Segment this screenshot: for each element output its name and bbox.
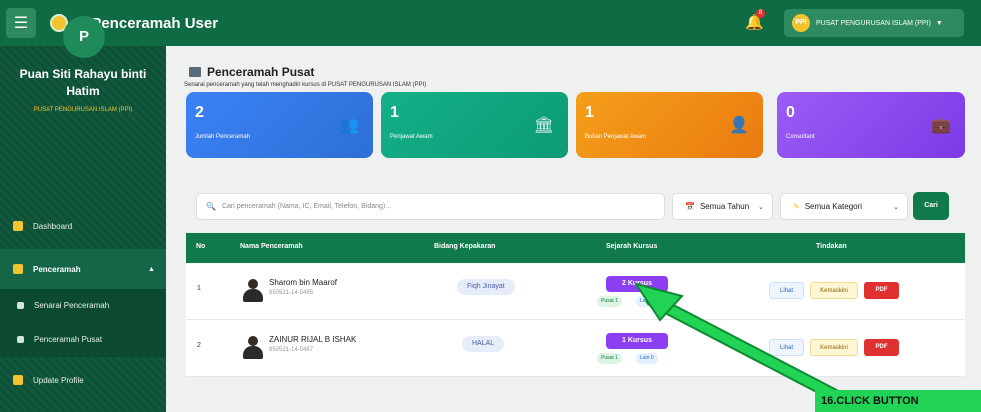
user-menu-button[interactable]: PPI PUSAT PENGURUSAN ISLAM (PPI) ▼ [784,9,964,37]
stat-card-jumlah: 2 Jumlah Penceramah 👥 [186,92,373,158]
dashboard-icon [13,221,23,231]
lain-badge: Lain 1 [636,296,658,307]
table-row: 2 ZAINUR RIJAL B ISHAK 850521-14-5487 HA… [186,320,965,377]
category-select[interactable]: ✎ Semua Kategori ⌄ [780,193,908,220]
edit-button[interactable]: Kemaskini [810,339,858,356]
sidebar-item-penceramah-pusat[interactable]: Penceramah Pusat [0,325,166,353]
row-number: 2 [197,342,201,349]
profile-avatar: P [63,16,105,58]
kursus-button[interactable]: 2 Kursus [606,276,668,292]
sidebar-item-label: Update Profile [33,375,84,385]
table-header: No Nama Penceramah Bidang Kepakaran Seja… [186,233,965,263]
notification-badge: 8 [756,9,765,18]
view-button[interactable]: Lihat [769,339,804,356]
building-icon: 🏛 [533,117,554,134]
stat-label: Consultant [786,134,815,140]
penceramah-name: Sharom bin Maarof [269,278,338,287]
profile-name-line2: Hatim [66,84,100,98]
col-header-no: No [196,243,206,250]
chevron-down-icon: ▼ [935,19,943,27]
avatar [242,279,264,303]
page-title: Penceramah Pusat [189,65,314,79]
menu-toggle-icon[interactable]: ☰ [6,8,36,38]
sidebar-item-label: Senarai Penceramah [34,300,110,310]
year-select-value: Semua Tahun [699,202,750,211]
stat-card-bukan-penjawat: 1 Bukan Penjawat Awam 👤 [576,92,763,158]
penceramah-name: ZAINUR RIJAL B ISHAK [269,335,357,344]
page-subtitle: Senarai penceramah yang telah menghadiri… [184,82,427,88]
pdf-button[interactable]: PDF [864,339,899,356]
table-row: 1 Sharom bin Maarof 850521-14-5485 Fiqh … [186,263,965,320]
users-icon [13,264,23,274]
stat-value: 1 [390,104,399,121]
search-input[interactable]: 🔍 Cari penceramah (Nama, IC, Email, Tele… [196,193,665,220]
sidebar-item-label: Penceramah [33,264,81,274]
stat-value: 2 [195,104,204,121]
col-header-tindakan: Tindakan [816,243,847,250]
stat-label: Jumlah Penceramah [195,134,251,140]
stat-label: Bukan Penjawat Awam [585,134,647,140]
search-icon: 🔍 [206,202,216,211]
profile-organization: PUSAT PENGURUSAN ISLAM (PPI) [33,107,133,113]
chevron-down-icon: ⌄ [893,203,899,211]
kursus-button[interactable]: 1 Kursus [606,333,668,349]
sidebar-item-label: Penceramah Pusat [34,334,103,344]
stat-value: 1 [585,104,594,121]
penceramah-ic: 850521-14-5487 [269,347,314,353]
edit-button[interactable]: Kemaskini [810,282,858,299]
sidebar-item-penceramah[interactable]: Penceramah ▲ [0,249,166,289]
annotation-callout: 16.CLICK BUTTON [815,390,981,412]
user-label: PUSAT PENGURUSAN ISLAM (PPI) [816,19,931,27]
search-placeholder: Cari penceramah (Nama, IC, Email, Telefo… [221,203,392,210]
book-icon [189,67,201,77]
stat-label: Penjawat Awam [390,134,433,140]
building-icon [17,335,24,343]
user-icon: 👤 [729,117,749,134]
lain-badge: Lain 0 [636,353,658,364]
pusat-badge: Pusat 1 [597,353,622,364]
briefcase-icon: 💼 [931,117,951,134]
list-icon [17,301,24,309]
sidebar-item-senarai-penceramah[interactable]: Senarai Penceramah [0,291,166,319]
user-icon [13,375,23,385]
stat-card-consultant: 0 Consultant 💼 [777,92,965,158]
page-title-text: Penceramah Pusat [207,65,315,79]
search-button[interactable]: Cari [913,192,949,220]
pusat-badge: Pusat 1 [597,296,622,307]
col-header-nama: Nama Penceramah [240,243,303,250]
sidebar-item-label: Dashboard [33,221,73,231]
category-select-value: Semua Kategori [804,202,863,211]
stat-card-penjawat: 1 Penjawat Awam 🏛 [381,92,568,158]
col-header-bidang: Bidang Kepakaran [434,243,496,250]
tag-icon: ✎ [793,202,800,211]
profile-name: Puan Siti Rahayu binti Hatim [0,66,166,100]
chevron-down-icon: ⌄ [758,203,764,211]
bidang-badge: Fiqh Jinayat [457,279,515,295]
avatar [242,336,264,360]
bidang-badge: HALAL [462,336,505,352]
pdf-button[interactable]: PDF [864,282,899,299]
profile-name-line1: Puan Siti Rahayu binti [19,67,147,81]
chevron-up-icon: ▲ [148,265,155,273]
year-select[interactable]: 📅 Semua Tahun ⌄ [672,193,773,220]
sidebar-item-update-profile[interactable]: Update Profile [0,368,166,392]
sidebar-item-dashboard[interactable]: Dashboard [0,214,166,238]
users-icon: 👥 [339,117,359,134]
view-button[interactable]: Lihat [769,282,804,299]
penceramah-ic: 850521-14-5485 [269,290,314,296]
col-header-sejarah: Sejarah Kursus [606,243,658,250]
row-number: 1 [197,285,201,292]
user-avatar: PPI [792,14,810,32]
calendar-icon: 📅 [685,202,695,211]
stat-value: 0 [786,104,795,121]
